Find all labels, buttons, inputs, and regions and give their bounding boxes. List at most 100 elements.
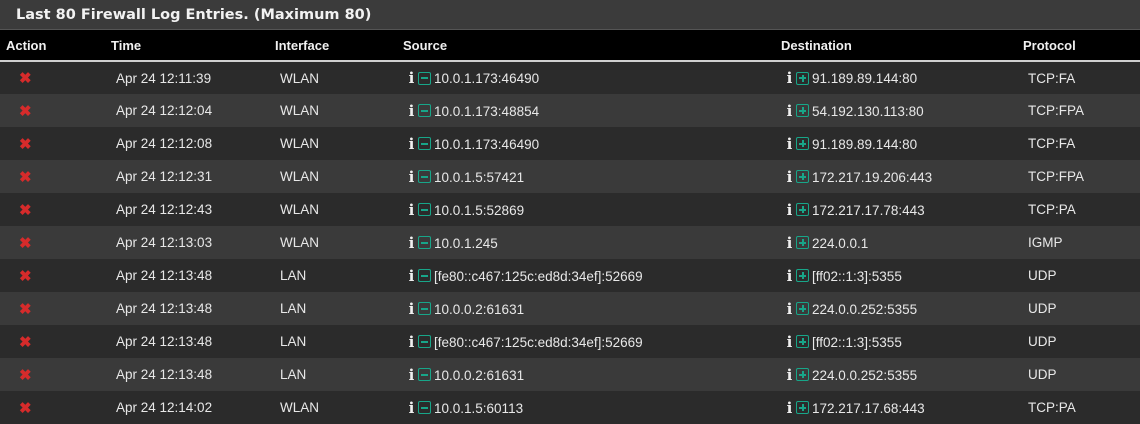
remove-rule-minus-icon[interactable] bbox=[418, 269, 431, 283]
info-icon[interactable]: i bbox=[785, 400, 794, 415]
block-x-icon[interactable]: ✖ bbox=[19, 234, 32, 252]
remove-rule-minus-icon[interactable] bbox=[418, 137, 431, 151]
remove-rule-minus-icon[interactable] bbox=[418, 71, 431, 85]
protocol-cell: TCP:FA bbox=[1028, 136, 1076, 151]
block-x-icon[interactable]: ✖ bbox=[19, 300, 32, 318]
remove-rule-minus-icon[interactable] bbox=[418, 368, 431, 382]
info-icon[interactable]: i bbox=[785, 268, 794, 283]
panel-heading: Last 80 Firewall Log Entries. (Maximum 8… bbox=[0, 0, 1140, 30]
info-icon[interactable]: i bbox=[407, 136, 416, 151]
info-icon[interactable]: i bbox=[407, 268, 416, 283]
source-address: 10.0.0.2:61631 bbox=[434, 301, 525, 317]
interface-cell: LAN bbox=[280, 334, 307, 349]
block-x-icon[interactable]: ✖ bbox=[19, 102, 32, 120]
interface-cell: LAN bbox=[280, 301, 307, 316]
source-cell: i 10.0.1.5:52869 bbox=[402, 193, 779, 226]
remove-rule-minus-icon[interactable] bbox=[418, 335, 431, 349]
info-icon[interactable]: i bbox=[407, 71, 416, 86]
block-x-icon[interactable]: ✖ bbox=[19, 366, 32, 384]
block-x-icon[interactable]: ✖ bbox=[19, 267, 32, 285]
info-icon[interactable]: i bbox=[407, 235, 416, 250]
remove-rule-minus-icon[interactable] bbox=[418, 170, 431, 184]
protocol-cell: TCP:FPA bbox=[1028, 169, 1085, 184]
action-cell: ✖ bbox=[0, 160, 110, 193]
destination-cell: i [ff02::1:3]:5355 bbox=[779, 325, 1021, 358]
remove-rule-minus-icon[interactable] bbox=[418, 236, 431, 250]
info-icon[interactable]: i bbox=[785, 71, 794, 86]
protocol-cell: UDP bbox=[1028, 367, 1057, 382]
info-icon[interactable]: i bbox=[785, 235, 794, 250]
add-rule-plus-icon[interactable] bbox=[796, 335, 809, 349]
protocol-cell: IGMP bbox=[1028, 235, 1063, 250]
destination-address: [ff02::1:3]:5355 bbox=[812, 334, 902, 350]
action-cell: ✖ bbox=[0, 292, 110, 325]
add-rule-plus-icon[interactable] bbox=[796, 170, 809, 184]
source-cell: i [fe80::c467:125c:ed8d:34ef]:52669 bbox=[402, 259, 779, 292]
action-cell: ✖ bbox=[0, 61, 110, 94]
destination-cell: i [ff02::1:3]:5355 bbox=[779, 259, 1021, 292]
remove-rule-minus-icon[interactable] bbox=[418, 302, 431, 316]
remove-rule-minus-icon[interactable] bbox=[418, 401, 431, 415]
add-rule-plus-icon[interactable] bbox=[796, 302, 809, 316]
info-icon[interactable]: i bbox=[407, 367, 416, 382]
interface-cell: WLAN bbox=[280, 136, 320, 151]
block-x-icon[interactable]: ✖ bbox=[19, 201, 32, 219]
time-cell: Apr 24 12:13:48 bbox=[116, 334, 213, 349]
action-cell: ✖ bbox=[0, 127, 110, 160]
add-rule-plus-icon[interactable] bbox=[796, 236, 809, 250]
info-icon[interactable]: i bbox=[785, 301, 794, 316]
action-cell: ✖ bbox=[0, 391, 110, 424]
interface-cell: WLAN bbox=[280, 400, 320, 415]
table-row: ✖ Apr 24 12:12:31 WLAN i 10.0.1.5:57421 i 172.… bbox=[0, 160, 1140, 193]
protocol-cell: UDP bbox=[1028, 301, 1057, 316]
info-icon[interactable]: i bbox=[785, 202, 794, 217]
time-cell: Apr 24 12:13:03 bbox=[116, 235, 213, 250]
source-address: [fe80::c467:125c:ed8d:34ef]:52669 bbox=[434, 334, 643, 350]
info-icon[interactable]: i bbox=[407, 169, 416, 184]
action-cell: ✖ bbox=[0, 325, 110, 358]
info-icon[interactable]: i bbox=[407, 103, 416, 118]
add-rule-plus-icon[interactable] bbox=[796, 203, 809, 217]
destination-cell: i 172.217.19.206:443 bbox=[779, 160, 1021, 193]
table-row: ✖ Apr 24 12:13:48 LAN i 10.0.0.2:61631 i 224.0… bbox=[0, 358, 1140, 391]
add-rule-plus-icon[interactable] bbox=[796, 401, 809, 415]
remove-rule-minus-icon[interactable] bbox=[418, 104, 431, 118]
protocol-cell: UDP bbox=[1028, 334, 1057, 349]
add-rule-plus-icon[interactable] bbox=[796, 269, 809, 283]
source-cell: i 10.0.1.173:48854 bbox=[402, 94, 779, 127]
source-cell: i 10.0.1.173:46490 bbox=[402, 127, 779, 160]
add-rule-plus-icon[interactable] bbox=[796, 368, 809, 382]
table-row: ✖ Apr 24 12:13:48 LAN i 10.0.0.2:61631 i 224.0… bbox=[0, 292, 1140, 325]
column-header-time: Time bbox=[110, 30, 274, 62]
destination-cell: i 224.0.0.252:5355 bbox=[779, 292, 1021, 325]
block-x-icon[interactable]: ✖ bbox=[19, 399, 32, 417]
interface-cell: WLAN bbox=[280, 235, 320, 250]
add-rule-plus-icon[interactable] bbox=[796, 71, 809, 85]
block-x-icon[interactable]: ✖ bbox=[19, 135, 32, 153]
column-header-source: Source bbox=[402, 30, 779, 62]
source-address: 10.0.1.5:57421 bbox=[434, 169, 525, 185]
info-icon[interactable]: i bbox=[407, 334, 416, 349]
remove-rule-minus-icon[interactable] bbox=[418, 203, 431, 217]
add-rule-plus-icon[interactable] bbox=[796, 104, 809, 118]
info-icon[interactable]: i bbox=[785, 103, 794, 118]
block-x-icon[interactable]: ✖ bbox=[19, 333, 32, 351]
block-x-icon[interactable]: ✖ bbox=[19, 168, 32, 186]
info-icon[interactable]: i bbox=[785, 136, 794, 151]
add-rule-plus-icon[interactable] bbox=[796, 137, 809, 151]
info-icon[interactable]: i bbox=[407, 202, 416, 217]
interface-cell: WLAN bbox=[280, 202, 320, 217]
interface-cell: WLAN bbox=[280, 70, 320, 86]
info-icon[interactable]: i bbox=[407, 301, 416, 316]
info-icon[interactable]: i bbox=[785, 367, 794, 382]
panel-title: Last 80 Firewall Log Entries. (Maximum 8… bbox=[16, 6, 372, 23]
firewall-log-table: Action Time Interface Source Destination… bbox=[0, 30, 1140, 424]
destination-address: 224.0.0.252:5355 bbox=[812, 301, 918, 317]
protocol-cell: TCP:PA bbox=[1028, 400, 1076, 415]
time-cell: Apr 24 12:13:48 bbox=[116, 301, 213, 316]
table-row: ✖ Apr 24 12:12:04 WLAN i 10.0.1.173:48854 i 54… bbox=[0, 94, 1140, 127]
info-icon[interactable]: i bbox=[785, 169, 794, 184]
info-icon[interactable]: i bbox=[407, 400, 416, 415]
block-x-icon[interactable]: ✖ bbox=[19, 69, 32, 87]
info-icon[interactable]: i bbox=[785, 334, 794, 349]
